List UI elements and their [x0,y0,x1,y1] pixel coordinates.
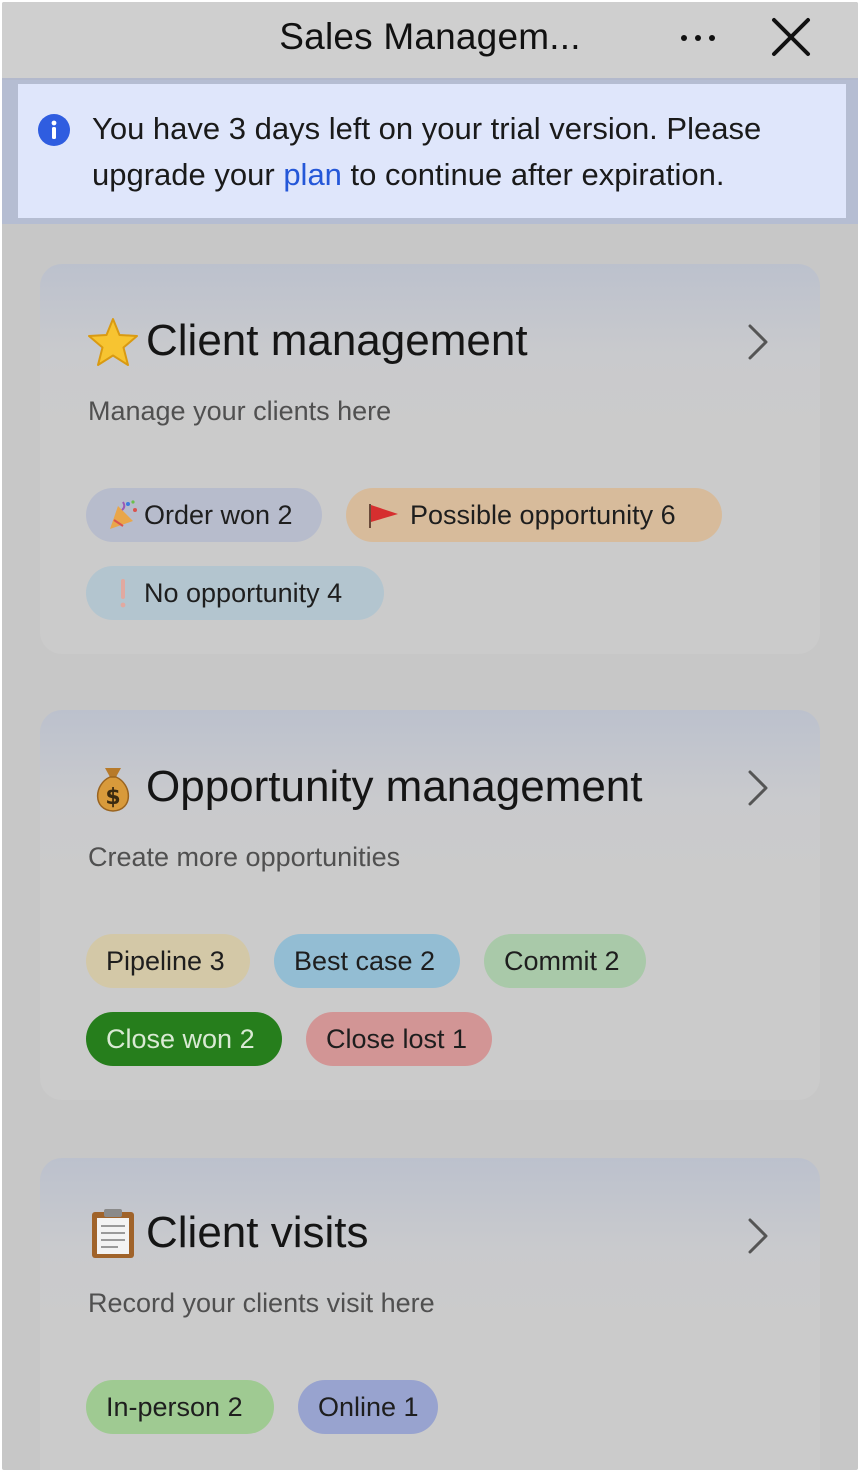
trial-message-text-end: to continue after expiration. [341,157,725,192]
card-subtitle: Record your clients visit here [88,1288,435,1318]
tag-commit[interactable]: Commit 2 [484,934,646,988]
client-visits-card[interactable]: Client visits Record your clients visit … [40,1158,820,1470]
chevron-right-icon[interactable] [746,1216,770,1256]
tag-best-case[interactable]: Best case 2 [274,934,460,988]
tag-label: Order won 2 [144,499,293,530]
tag-possible-opportunity[interactable]: Possible opportunity 6 [346,488,722,542]
tag-order-won[interactable]: Order won 2 [86,488,322,542]
more-icon-dot [695,35,701,41]
tag-no-opportunity[interactable]: No opportunity 4 [86,566,384,620]
tag-close-won[interactable]: Close won 2 [86,1012,282,1066]
close-icon[interactable] [764,12,816,64]
tag-label: Commit 2 [504,945,620,976]
more-icon-dot [709,35,715,41]
clipboard-icon [92,1209,134,1258]
more-options-button[interactable] [670,10,726,66]
tag-label: No opportunity 4 [144,577,343,608]
client-management-card[interactable]: Client management Manage your clients he… [40,264,820,654]
card-title: Client visits [146,1208,369,1257]
tag-label: Best case 2 [294,945,436,976]
tag-close-lost[interactable]: Close lost 1 [306,1012,492,1066]
card-title: Client management [146,316,528,365]
more-icon [681,35,687,41]
card-subtitle: Create more opportunities [88,842,401,872]
red-flag-icon [369,504,398,528]
tag-online[interactable]: Online 1 [298,1380,438,1434]
tag-in-person[interactable]: In-person 2 [86,1380,274,1434]
trial-banner: You have 3 days left on your trial versi… [18,84,846,218]
tag-label: Possible opportunity 6 [410,499,676,530]
title-bar: Sales Managem... [2,2,858,80]
party-popper-icon [110,500,137,529]
trial-message: You have 3 days left on your trial versi… [92,106,832,198]
upgrade-plan-link[interactable]: plan [283,157,342,192]
chevron-right-icon[interactable] [746,322,770,362]
exclamation-icon [120,579,126,608]
card-subtitle: Manage your clients here [88,396,392,426]
tag-label: In-person 2 [106,1391,243,1422]
tag-label: Close lost 1 [326,1023,468,1054]
trial-banner-container: You have 3 days left on your trial versi… [2,80,858,224]
money-bag-icon: $ [97,768,129,812]
page-title: Sales Managem... [279,16,581,57]
svg-text:$: $ [105,785,120,810]
info-icon [38,114,70,146]
tag-label: Pipeline 3 [106,945,225,976]
star-icon [88,318,138,366]
tag-pipeline[interactable]: Pipeline 3 [86,934,250,988]
chevron-right-icon[interactable] [746,768,770,808]
app-window: Sales Managem... You have 3 days left on… [2,2,858,1470]
tag-label: Online 1 [318,1391,419,1422]
tag-label: Close won 2 [106,1023,255,1054]
opportunity-management-card[interactable]: $ Opportunity management Create more opp… [40,710,820,1100]
card-title: Opportunity management [146,762,643,811]
